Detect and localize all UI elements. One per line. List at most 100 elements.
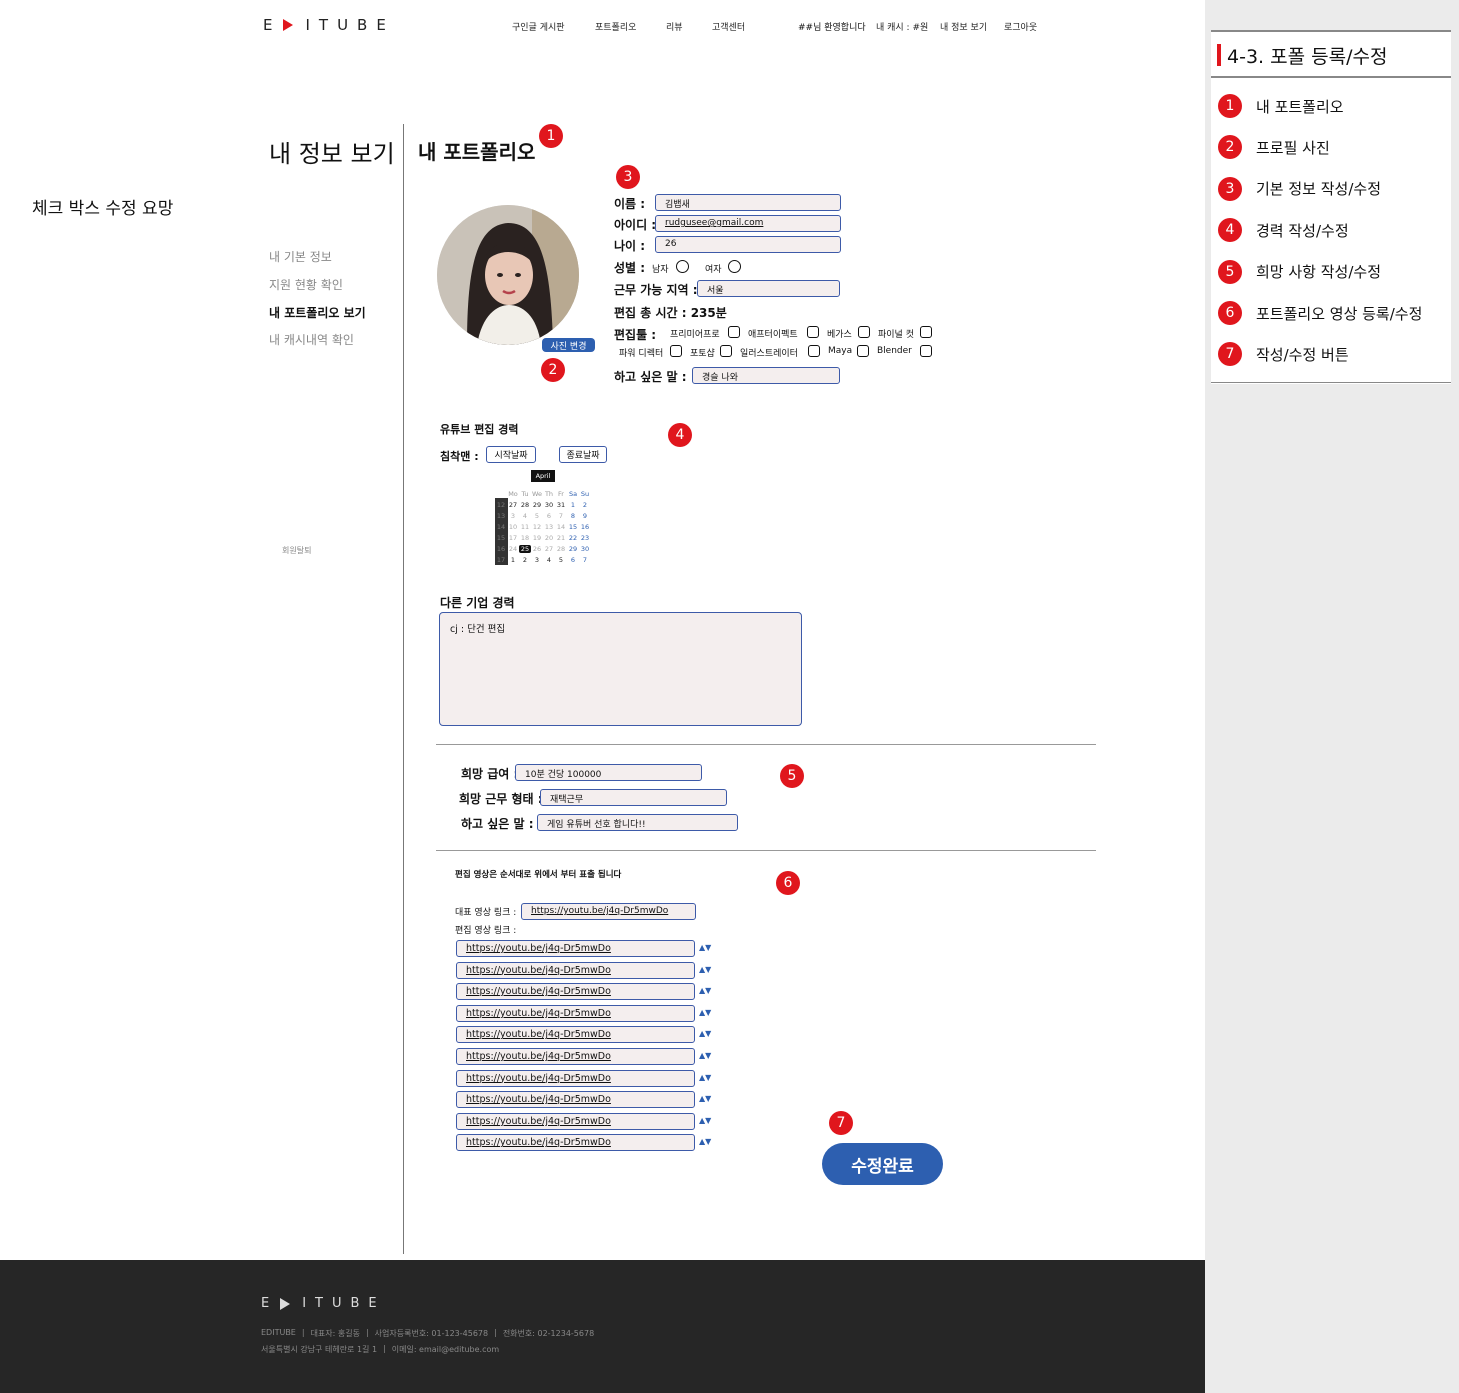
calendar-day[interactable]: 16 bbox=[579, 523, 591, 531]
calendar-day[interactable]: 30 bbox=[543, 501, 555, 509]
calendar-day[interactable]: 23 bbox=[579, 534, 591, 542]
video-link-field[interactable]: https://youtu.be/j4q-Dr5mwDo bbox=[456, 983, 695, 1001]
calendar-day[interactable]: 10 bbox=[507, 523, 519, 531]
calendar-day[interactable]: 14 bbox=[555, 523, 567, 531]
sidebar-item-basic-info[interactable]: 내 기본 정보 bbox=[269, 248, 332, 265]
submit-button[interactable]: 수정완료 bbox=[822, 1143, 943, 1185]
gender-female-radio[interactable] bbox=[728, 260, 741, 273]
calendar-day[interactable]: 9 bbox=[579, 512, 591, 520]
age-field[interactable]: 26 bbox=[655, 236, 841, 253]
video-link-field[interactable]: https://youtu.be/j4q-Dr5mwDo bbox=[456, 1048, 695, 1065]
reorder-arrows-icon[interactable]: ▲▼ bbox=[699, 965, 711, 974]
main-video-field[interactable]: https://youtu.be/j4q-Dr5mwDo bbox=[521, 903, 696, 920]
calendar-day[interactable]: 27 bbox=[543, 545, 555, 553]
reorder-arrows-icon[interactable]: ▲▼ bbox=[699, 1073, 711, 1082]
calendar-day[interactable]: 8 bbox=[567, 512, 579, 520]
gender-male-radio[interactable] bbox=[676, 260, 689, 273]
calendar-day[interactable]: 25 bbox=[519, 544, 531, 553]
name-field[interactable]: 김뱁새 bbox=[655, 194, 841, 211]
tool-aftereffects-checkbox[interactable] bbox=[807, 326, 819, 338]
nav-my-info[interactable]: 내 정보 보기 bbox=[940, 20, 987, 33]
calendar-day[interactable]: 29 bbox=[531, 501, 543, 509]
calendar-day[interactable]: 2 bbox=[519, 556, 531, 564]
calendar-day[interactable]: 1 bbox=[567, 501, 579, 509]
nav-logout[interactable]: 로그아웃 bbox=[1004, 20, 1037, 33]
calendar-day[interactable]: 21 bbox=[555, 534, 567, 542]
calendar-day[interactable]: 6 bbox=[543, 512, 555, 520]
calendar-day[interactable]: 4 bbox=[543, 556, 555, 564]
calendar-day[interactable]: 13 bbox=[543, 523, 555, 531]
video-link-field[interactable]: https://youtu.be/j4q-Dr5mwDo bbox=[456, 1026, 695, 1044]
calendar-day[interactable]: 18 bbox=[519, 534, 531, 542]
calendar-day[interactable]: 3 bbox=[531, 556, 543, 564]
end-date-button[interactable]: 종료날짜 bbox=[559, 446, 607, 463]
id-field[interactable]: rudgusee@gmail.com bbox=[655, 215, 841, 232]
footer-logo[interactable]: E ITUBE bbox=[261, 1296, 386, 1311]
nav-portfolio[interactable]: 포트폴리오 bbox=[595, 20, 636, 33]
sidebar-item-portfolio[interactable]: 내 포트폴리오 보기 bbox=[269, 304, 366, 321]
video-link-field[interactable]: https://youtu.be/j4q-Dr5mwDo bbox=[456, 1004, 695, 1022]
wish-message-field[interactable]: 게임 유튜버 선호 합니다!! bbox=[537, 814, 738, 831]
reorder-arrows-icon[interactable]: ▲▼ bbox=[699, 1137, 711, 1146]
video-link-field[interactable]: https://youtu.be/j4q-Dr5mwDo bbox=[456, 1112, 695, 1130]
tool-premiere-checkbox[interactable] bbox=[728, 326, 740, 338]
tool-blender-checkbox[interactable] bbox=[920, 345, 932, 357]
calendar-day[interactable]: 26 bbox=[531, 545, 543, 553]
calendar-day[interactable]: 29 bbox=[567, 545, 579, 553]
calendar-day[interactable]: 15 bbox=[567, 523, 579, 531]
reorder-arrows-icon[interactable]: ▲▼ bbox=[699, 1116, 711, 1125]
video-link-field[interactable]: https://youtu.be/j4q-Dr5mwDo bbox=[456, 1069, 695, 1087]
tool-illustrator-checkbox[interactable] bbox=[808, 345, 820, 357]
date-picker[interactable]: Mo Tu We Th Fr Sa Su 12 27 28 29 30 31 1 2 13 3 4 5 6 7 8 9 14 1… bbox=[495, 488, 591, 565]
calendar-day[interactable]: 19 bbox=[531, 534, 543, 542]
salary-field[interactable]: 10분 건당 100000 bbox=[515, 764, 702, 781]
calendar-day[interactable]: 28 bbox=[519, 501, 531, 509]
calendar-day[interactable]: 2 bbox=[579, 501, 591, 509]
calendar-day[interactable]: 5 bbox=[555, 556, 567, 564]
header-logo[interactable]: E ITUBE bbox=[263, 16, 395, 34]
nav-customer-center[interactable]: 고객센터 bbox=[712, 20, 745, 33]
sidebar-item-cash-history[interactable]: 내 캐시내역 확인 bbox=[269, 331, 354, 348]
reorder-arrows-icon[interactable]: ▲▼ bbox=[699, 1094, 711, 1103]
start-date-button[interactable]: 시작날짜 bbox=[486, 446, 536, 463]
tool-maya-checkbox[interactable] bbox=[857, 345, 869, 357]
region-field[interactable]: 서울 bbox=[697, 280, 840, 297]
calendar-day[interactable]: 7 bbox=[579, 556, 591, 564]
calendar-day[interactable]: 11 bbox=[519, 523, 531, 531]
tool-finalcut-checkbox[interactable] bbox=[920, 326, 932, 338]
reorder-arrows-icon[interactable]: ▲▼ bbox=[699, 1029, 711, 1038]
calendar-day[interactable]: 4 bbox=[519, 512, 531, 520]
calendar-day[interactable]: 12 bbox=[531, 523, 543, 531]
video-link-field[interactable]: https://youtu.be/j4q-Dr5mwDo bbox=[456, 940, 695, 957]
withdraw-link[interactable]: 회원탈퇴 bbox=[282, 545, 311, 556]
video-link-field[interactable]: https://youtu.be/j4q-Dr5mwDo bbox=[456, 1134, 695, 1152]
video-link-field[interactable]: https://youtu.be/j4q-Dr5mwDo bbox=[456, 1091, 695, 1109]
calendar-day[interactable]: 31 bbox=[555, 501, 567, 509]
work-type-field[interactable]: 재택근무 bbox=[540, 789, 727, 806]
calendar-day[interactable]: 6 bbox=[567, 556, 579, 564]
calendar-day[interactable]: 17 bbox=[507, 534, 519, 542]
calendar-day[interactable]: 7 bbox=[555, 512, 567, 520]
calendar-day[interactable]: 22 bbox=[567, 534, 579, 542]
nav-review[interactable]: 리뷰 bbox=[666, 20, 683, 33]
sidebar-item-applications[interactable]: 지원 현황 확인 bbox=[269, 276, 343, 293]
tool-photoshop-checkbox[interactable] bbox=[720, 345, 732, 357]
calendar-day[interactable]: 24 bbox=[507, 545, 519, 553]
video-link-field[interactable]: https://youtu.be/j4q-Dr5mwDo bbox=[456, 961, 695, 979]
reorder-arrows-icon[interactable]: ▲▼ bbox=[699, 1008, 711, 1017]
calendar-day[interactable]: 1 bbox=[507, 556, 519, 564]
calendar-day[interactable]: 28 bbox=[555, 545, 567, 553]
calendar-day[interactable]: 20 bbox=[543, 534, 555, 542]
calendar-day[interactable]: 27 bbox=[507, 501, 519, 509]
nav-cash[interactable]: 내 캐시 : #원 bbox=[876, 20, 928, 33]
calendar-day[interactable]: 3 bbox=[507, 512, 519, 520]
reorder-arrows-icon[interactable]: ▲▼ bbox=[699, 986, 711, 995]
tool-powerdirector-checkbox[interactable] bbox=[670, 345, 682, 357]
reorder-arrows-icon[interactable]: ▲▼ bbox=[699, 943, 711, 952]
message-field[interactable]: 경슬 나와 bbox=[692, 367, 840, 384]
calendar-day[interactable]: 5 bbox=[531, 512, 543, 520]
calendar-day[interactable]: 30 bbox=[579, 545, 591, 553]
nav-job-board[interactable]: 구인글 게시판 bbox=[512, 20, 565, 33]
reorder-arrows-icon[interactable]: ▲▼ bbox=[699, 1051, 711, 1060]
tool-vegas-checkbox[interactable] bbox=[858, 326, 870, 338]
